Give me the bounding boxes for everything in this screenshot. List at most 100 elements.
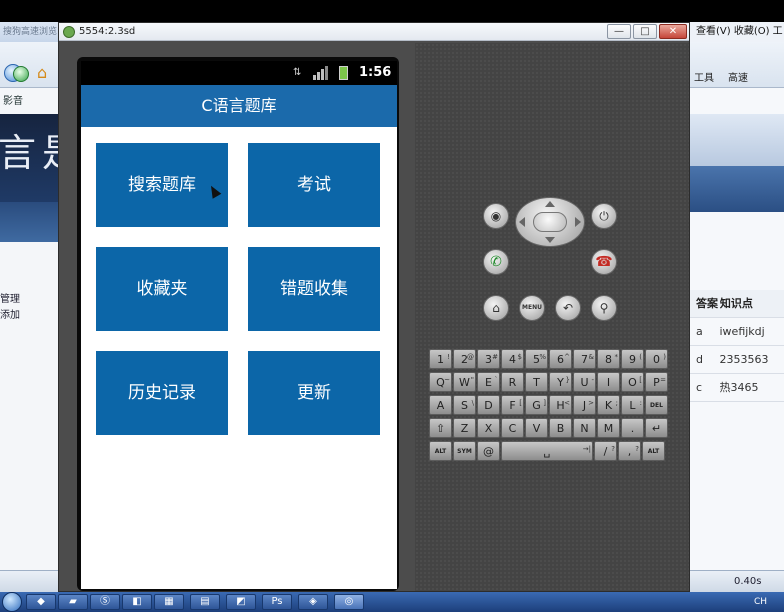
taskbar-emulator-icon[interactable]: ◎ bbox=[334, 594, 364, 610]
keyboard-key[interactable]: 4 $ bbox=[501, 349, 524, 369]
keyboard-key[interactable]: 1! bbox=[429, 349, 452, 369]
dpad-left-icon[interactable] bbox=[519, 217, 525, 227]
keyboard-key[interactable]: 7 & bbox=[573, 349, 596, 369]
keyboard-key[interactable]: 0) bbox=[645, 349, 668, 369]
taskbar-document-icon[interactable]: ▤ bbox=[190, 594, 220, 610]
keyboard-key[interactable]: L: bbox=[621, 395, 644, 415]
start-icon[interactable] bbox=[2, 592, 22, 612]
minimize-button[interactable]: — bbox=[607, 24, 631, 39]
table-cell: c bbox=[696, 381, 703, 394]
keyboard-key[interactable]: E ` bbox=[477, 372, 500, 392]
keyboard-key[interactable]: 9( bbox=[621, 349, 644, 369]
dpad-down-icon[interactable] bbox=[545, 237, 555, 243]
end-call-icon[interactable]: ☎ bbox=[591, 249, 617, 275]
keyboard-key[interactable]: /? bbox=[594, 441, 617, 461]
background-browser-right[interactable]: 查看(V) 收藏(O) 工 高速 工具 答案 知识点 a iwefijkdj d… bbox=[690, 22, 784, 592]
keyboard-key[interactable]: B bbox=[549, 418, 572, 438]
keyboard-key[interactable]: ⇧ bbox=[429, 418, 452, 438]
keyboard-key[interactable]: 2 @ bbox=[453, 349, 476, 369]
camera-icon[interactable]: ◉ bbox=[483, 203, 509, 229]
table-cell: a bbox=[696, 325, 703, 338]
emulator-titlebar[interactable]: 5554:2.3sd — □ ✕ bbox=[59, 23, 689, 41]
taskbar-browser-icon[interactable]: Ⓢ bbox=[90, 594, 120, 610]
keyboard-key[interactable]: Z bbox=[453, 418, 476, 438]
call-icon[interactable]: ✆ bbox=[483, 249, 509, 275]
keyboard-key[interactable]: @ bbox=[477, 441, 500, 461]
keyboard-key[interactable]: ,? bbox=[618, 441, 641, 461]
keyboard-key[interactable]: 6 ^ bbox=[549, 349, 572, 369]
keyboard-key[interactable]: H < bbox=[549, 395, 572, 415]
keyboard-key[interactable]: ↵ bbox=[645, 418, 668, 438]
home-icon[interactable]: ⌂ bbox=[37, 65, 55, 81]
taskbar-app-icon[interactable]: ◩ bbox=[226, 594, 256, 610]
background-browser-left[interactable]: 搜狗高速浏览 ⌂ 影音 言是 管理 添加 bbox=[0, 22, 58, 592]
table-header-cell: 答案 bbox=[696, 297, 718, 310]
power-icon[interactable]: ⏻ bbox=[591, 203, 617, 229]
phone-screen[interactable]: ⇅ 1:56 C语言题库 搜索题库 考试 收藏夹 错题收集 历史记录 更新 bbox=[81, 61, 397, 589]
dpad-center-button[interactable] bbox=[533, 212, 567, 232]
emulator-window[interactable]: 5554:2.3sd — □ ✕ ⇅ 1:56 C语言题库 搜索题库 考试 收藏… bbox=[58, 22, 690, 592]
keyboard-key[interactable]: J > bbox=[573, 395, 596, 415]
keyboard-key[interactable]: N bbox=[573, 418, 596, 438]
favorites-button[interactable]: 收藏夹 bbox=[96, 247, 228, 331]
update-button[interactable]: 更新 bbox=[248, 351, 380, 435]
left-browser-title: 搜狗高速浏览 bbox=[0, 22, 58, 42]
tray-language[interactable]: CH bbox=[754, 594, 767, 610]
home-icon[interactable]: ⌂ bbox=[483, 295, 509, 321]
toolbar-speed-button[interactable]: 高速 bbox=[728, 69, 748, 84]
keyboard-key[interactable]: F[ bbox=[501, 395, 524, 415]
keyboard-key[interactable]: 3 # bbox=[477, 349, 500, 369]
keyboard-key[interactable]: ALT bbox=[429, 441, 452, 461]
keyboard-key[interactable]: Y} bbox=[549, 372, 572, 392]
keyboard-key[interactable]: . bbox=[621, 418, 644, 438]
tools-menu[interactable]: 工具 bbox=[694, 69, 714, 84]
keyboard-key[interactable]: S \ bbox=[453, 395, 476, 415]
keyboard-key[interactable]: SYM bbox=[453, 441, 476, 461]
close-button[interactable]: ✕ bbox=[659, 24, 687, 39]
keyboard-key[interactable]: Q ~ bbox=[429, 372, 452, 392]
right-browser-menubar[interactable]: 查看(V) 收藏(O) 工 bbox=[690, 22, 784, 42]
exam-button[interactable]: 考试 bbox=[248, 143, 380, 227]
wrong-answers-button[interactable]: 错题收集 bbox=[248, 247, 380, 331]
taskbar-app-icon[interactable]: ◆ bbox=[26, 594, 56, 610]
keyboard-key[interactable]: C bbox=[501, 418, 524, 438]
search-question-bank-button[interactable]: 搜索题库 bbox=[96, 143, 228, 227]
keyboard-key[interactable]: DEL bbox=[645, 395, 668, 415]
keyboard-key[interactable]: V bbox=[525, 418, 548, 438]
history-button[interactable]: 历史记录 bbox=[96, 351, 228, 435]
keyboard-key[interactable]: M bbox=[597, 418, 620, 438]
taskbar-app-icon[interactable]: ◈ bbox=[298, 594, 328, 610]
keyboard-key[interactable]: P = bbox=[645, 372, 668, 392]
dpad-up-icon[interactable] bbox=[545, 201, 555, 207]
keyboard-key[interactable]: T bbox=[525, 372, 548, 392]
link-add[interactable]: 添加 bbox=[0, 308, 20, 324]
taskbar-app-icon[interactable]: Ps bbox=[262, 594, 292, 610]
keyboard-key[interactable]: G] bbox=[525, 395, 548, 415]
maximize-button[interactable]: □ bbox=[633, 24, 657, 39]
favorites-menu[interactable]: 影音 bbox=[3, 92, 23, 107]
dpad-right-icon[interactable] bbox=[575, 217, 581, 227]
taskbar-app-icon[interactable]: ◧ bbox=[122, 594, 152, 610]
keyboard-key[interactable]: I bbox=[597, 372, 620, 392]
right-browser-statusbar: 0.40s bbox=[690, 570, 784, 592]
link-manage[interactable]: 管理 bbox=[0, 292, 20, 308]
keyboard-key[interactable]: ␣ →| bbox=[501, 441, 593, 461]
keyboard-key[interactable]: D bbox=[477, 395, 500, 415]
keyboard-key[interactable]: U- bbox=[573, 372, 596, 392]
search-icon[interactable]: ⚲ bbox=[591, 295, 617, 321]
keyboard-key[interactable]: X bbox=[477, 418, 500, 438]
keyboard-key[interactable]: O[ bbox=[621, 372, 644, 392]
taskbar-app-icon[interactable]: ▦ bbox=[154, 594, 184, 610]
keyboard-key[interactable]: W " bbox=[453, 372, 476, 392]
refresh-icon[interactable] bbox=[13, 66, 29, 82]
keyboard-key[interactable]: 5% bbox=[525, 349, 548, 369]
table-header: 答案 知识点 bbox=[690, 290, 784, 318]
keyboard-key[interactable]: R bbox=[501, 372, 524, 392]
keyboard-key[interactable]: A bbox=[429, 395, 452, 415]
keyboard-key[interactable]: 8 * bbox=[597, 349, 620, 369]
keyboard-key[interactable]: ALT bbox=[642, 441, 665, 461]
menu-button[interactable]: MENU bbox=[519, 295, 545, 321]
back-icon[interactable]: ↶ bbox=[555, 295, 581, 321]
keyboard-key[interactable]: K; bbox=[597, 395, 620, 415]
taskbar-folder-icon[interactable]: ▰ bbox=[58, 594, 88, 610]
